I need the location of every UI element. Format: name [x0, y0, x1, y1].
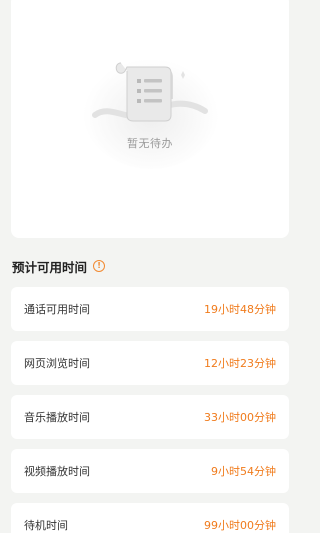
empty-scroll-illustration-icon: [83, 53, 219, 169]
usage-row-call: 通话可用时间 19小时48分钟: [11, 287, 289, 331]
info-circle-icon[interactable]: !: [93, 260, 106, 272]
usage-row-value: 12小时23分钟: [204, 357, 276, 370]
usage-row-value: 9小时54分钟: [211, 465, 276, 478]
usage-row-value: 99小时00分钟: [204, 519, 276, 532]
todo-card: 暂无待办: [11, 0, 289, 238]
empty-state-text: 暂无待办: [127, 137, 173, 150]
usage-row-value: 19小时48分钟: [204, 303, 276, 316]
usage-row-label: 音乐播放时间: [24, 411, 90, 424]
usage-row-music: 音乐播放时间 33小时00分钟: [11, 395, 289, 439]
usage-row-standby: 待机时间 99小时00分钟: [11, 503, 289, 533]
usage-row-label: 通话可用时间: [24, 303, 90, 316]
usage-row-label: 视频播放时间: [24, 465, 90, 478]
page: 暂无待办 预计可用时间 ! 通话可用时间 19小时48分钟 网页浏览时间 12小…: [0, 0, 300, 533]
usage-row-web: 网页浏览时间 12小时23分钟: [11, 341, 289, 385]
usage-section-header: 预计可用时间 !: [12, 257, 106, 275]
usage-row-video: 视频播放时间 9小时54分钟: [11, 449, 289, 493]
usage-section-title: 预计可用时间: [12, 259, 88, 275]
usage-row-label: 网页浏览时间: [24, 357, 90, 370]
usage-row-label: 待机时间: [24, 519, 68, 532]
usage-row-value: 33小时00分钟: [204, 411, 276, 424]
